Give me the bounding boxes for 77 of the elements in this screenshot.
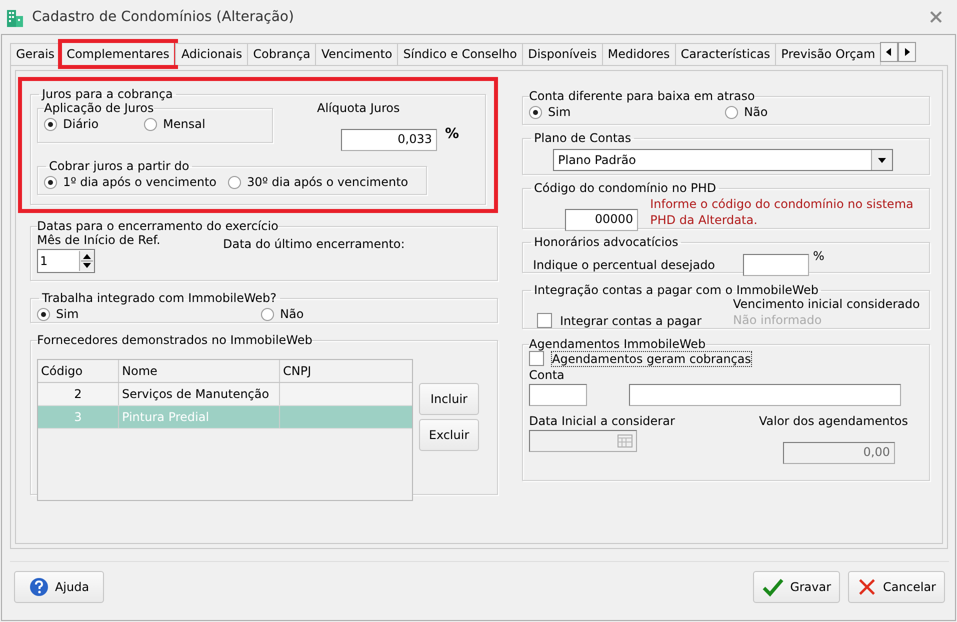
field-label: Vencimento inicial considerado: [733, 297, 920, 311]
tab[interactable]: Previsão Orçam: [775, 43, 882, 65]
input-field[interactable]: [629, 384, 901, 406]
group-title: Juros para a cobrança: [40, 87, 174, 101]
group-title: Código do condomínio no PHD: [533, 181, 718, 195]
tab[interactable]: Adicionais: [175, 43, 248, 65]
field-label: Data do último encerramento:: [223, 237, 405, 253]
tab[interactable]: Gerais: [10, 43, 61, 65]
scroll-right-icon[interactable]: [898, 42, 916, 62]
tab[interactable]: Complementares: [60, 41, 176, 67]
building-icon: [6, 7, 24, 27]
radio-button[interactable]: Não: [261, 307, 304, 321]
radio-icon[interactable]: [725, 106, 738, 118]
hint-text: Informe o código do condomínio no sistema PHD da Alterdata.: [650, 197, 914, 228]
field-label: Valor dos agendamentos: [759, 414, 908, 428]
radio-icon[interactable]: [228, 176, 241, 188]
cancel-button[interactable]: Cancelar: [848, 571, 945, 603]
field-label: Alíquota Juros: [317, 101, 401, 115]
group-title: Honorários advocatícios: [533, 235, 680, 249]
window-title: Cadastro de Condomínios (Alteração): [32, 9, 295, 25]
radio-button[interactable]: Não: [725, 105, 768, 119]
table-cell: Pintura Predial: [119, 406, 280, 428]
group-title: Fornecedores demonstrados no ImmobileWeb: [37, 333, 312, 347]
column-header[interactable]: CNPJ: [280, 360, 412, 382]
group-title: Plano de Contas: [533, 131, 632, 145]
unit-label: %: [813, 249, 826, 265]
radio-button[interactable]: 30º dia após o vencimento: [228, 175, 408, 189]
input-field[interactable]: 0,00: [783, 442, 895, 464]
input-field[interactable]: 0,033: [341, 129, 437, 151]
radio-button[interactable]: Sim: [37, 307, 261, 321]
group-title: Integração contas a pagar com o ImmobileWeb: [533, 283, 820, 297]
field-label: Conta: [529, 368, 566, 382]
scroll-left-icon[interactable]: [880, 42, 898, 62]
group-title: Trabalha integrado com ImmobileWeb?: [41, 291, 278, 305]
checkbox[interactable]: Integrar contas a pagar: [537, 313, 733, 328]
spinner-arrows-icon[interactable]: [79, 251, 94, 271]
radio-button[interactable]: Mensal: [144, 117, 244, 131]
unit-label: %: [445, 126, 460, 142]
input-field[interactable]: [529, 384, 587, 406]
date-field[interactable]: [529, 430, 637, 452]
input-field[interactable]: [743, 254, 809, 276]
radio-icon[interactable]: [44, 176, 57, 188]
table-cell: 2: [38, 383, 119, 405]
group-title: Datas para o encerramento do exercício: [37, 219, 278, 233]
group-title: Agendamentos ImmobileWeb: [529, 337, 706, 351]
close-icon[interactable]: [929, 11, 943, 23]
group-title: Cobrar juros a partir do: [48, 159, 190, 173]
radio-button[interactable]: Sim: [529, 105, 725, 119]
input-field[interactable]: 00000: [565, 209, 638, 231]
table-action-button[interactable]: Incluir: [419, 383, 479, 415]
radio-icon[interactable]: [37, 308, 50, 320]
dropdown[interactable]: Plano Padrão: [553, 149, 893, 171]
checkbox[interactable]: Agendamentos geram cobranças: [529, 351, 921, 366]
help-icon: [28, 577, 49, 597]
field-label: Mês de Início de Ref.: [37, 233, 162, 247]
radio-icon[interactable]: [44, 118, 57, 130]
table-action-button[interactable]: Excluir: [419, 419, 479, 451]
radio-icon[interactable]: [144, 118, 157, 130]
radio-button[interactable]: 1º dia após o vencimento: [44, 175, 228, 189]
save-button[interactable]: Gravar: [753, 571, 840, 603]
radio-button[interactable]: Diário: [44, 117, 144, 131]
table-cell: 3: [38, 406, 119, 428]
table-cell: Serviços de Manutenção: [119, 383, 280, 405]
column-header[interactable]: Código: [38, 360, 119, 382]
spin-field[interactable]: 1: [37, 249, 95, 273]
field-label: Indique o percentual desejado: [533, 258, 716, 272]
field-label: Data Inicial a considerar: [529, 414, 676, 428]
table-row[interactable]: 2 Serviços de Manutenção: [38, 383, 412, 406]
checkmark-icon: [762, 577, 784, 597]
field-value: Não informado: [733, 313, 823, 327]
close-icon: [857, 577, 878, 597]
radio-icon[interactable]: [261, 308, 274, 320]
help-button[interactable]: Ajuda: [14, 571, 104, 603]
group-title: Conta diferente para baixa em atraso: [529, 89, 755, 103]
group-title: Aplicação de Juros: [44, 101, 154, 115]
column-header[interactable]: Nome: [119, 360, 280, 382]
radio-icon[interactable]: [529, 106, 542, 118]
